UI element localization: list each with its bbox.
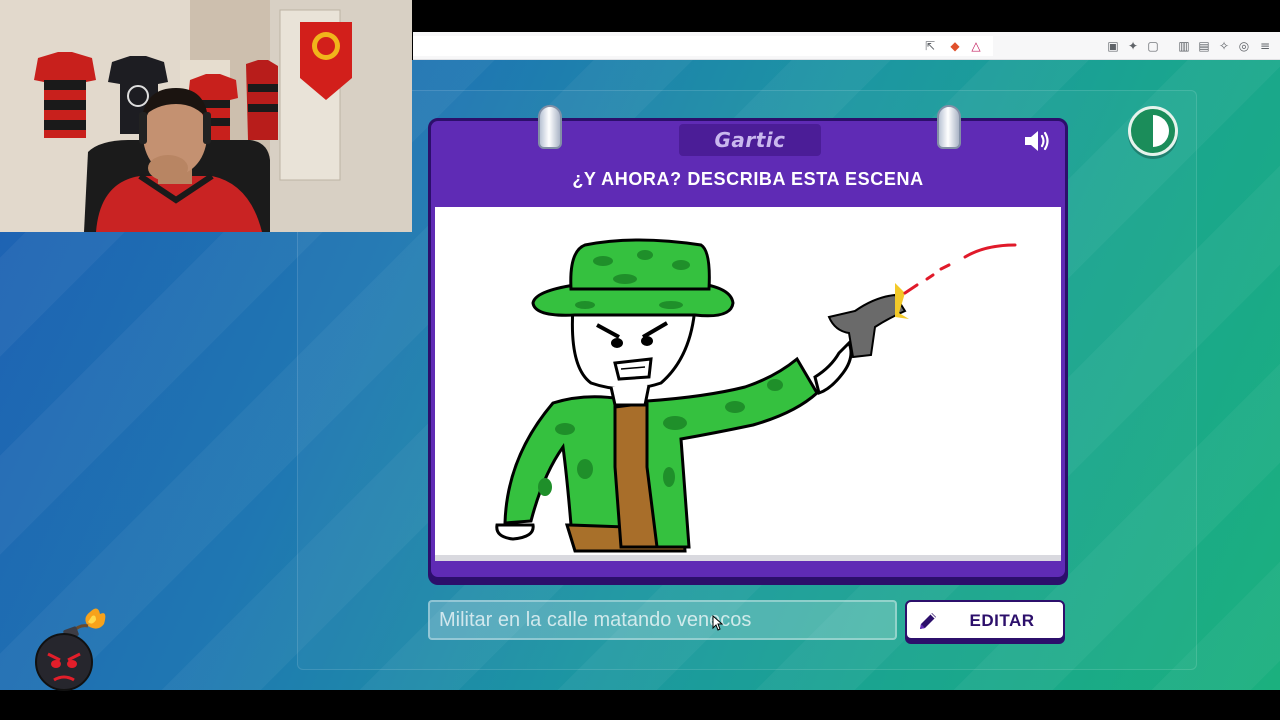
drawing-canvas [435, 207, 1061, 561]
speaker-icon[interactable] [1023, 129, 1053, 153]
rewards-icon[interactable]: △ [969, 39, 983, 53]
binder-ring-left [538, 105, 562, 149]
share-icon[interactable]: ⇱ [923, 39, 937, 53]
address-bar[interactable] [413, 36, 993, 56]
pencil-icon [920, 613, 936, 629]
edit-button-label: EDITAR [969, 611, 1035, 630]
guess-input[interactable] [428, 600, 897, 640]
edit-button[interactable]: EDITAR [905, 600, 1065, 640]
half-circle-toggle-icon [1137, 115, 1169, 147]
menu-icon[interactable]: ≡ [1258, 39, 1272, 53]
theme-toggle-button[interactable] [1128, 106, 1178, 156]
card-title: ¿Y AHORA? DESCRIBA ESTA ESCENA [572, 169, 924, 189]
capture-icon[interactable]: ▢ [1146, 39, 1160, 53]
sidebar-icon[interactable]: ▥ [1177, 39, 1191, 53]
browser-toolbar: ⇱ ◆ △ ▣ ✦ ▢ ▥ ▤ ✧ ◎ ≡ [413, 32, 1280, 60]
soldier-drawing [495, 238, 1017, 553]
scene-card: Gartic ¿Y AHORA? DESCRIBA ESTA ESCENA [428, 105, 1068, 580]
binder-ring-right [937, 105, 961, 149]
screenshot-icon[interactable]: ▣ [1106, 39, 1120, 53]
wallet-icon[interactable]: ▤ [1197, 39, 1211, 53]
vpn-icon[interactable]: ◎ [1237, 39, 1251, 53]
jersey-4 [246, 60, 278, 140]
mouse-cursor-icon [712, 615, 724, 631]
gartic-logo: Gartic [679, 124, 821, 156]
extensions-icon[interactable]: ✦ [1126, 39, 1140, 53]
bottom-black-bar [0, 690, 1280, 720]
webcam-feed [0, 0, 412, 232]
bomb-emoji-icon [35, 608, 106, 691]
shield-icon[interactable]: ◆ [948, 39, 962, 53]
assistant-icon[interactable]: ✧ [1217, 39, 1231, 53]
